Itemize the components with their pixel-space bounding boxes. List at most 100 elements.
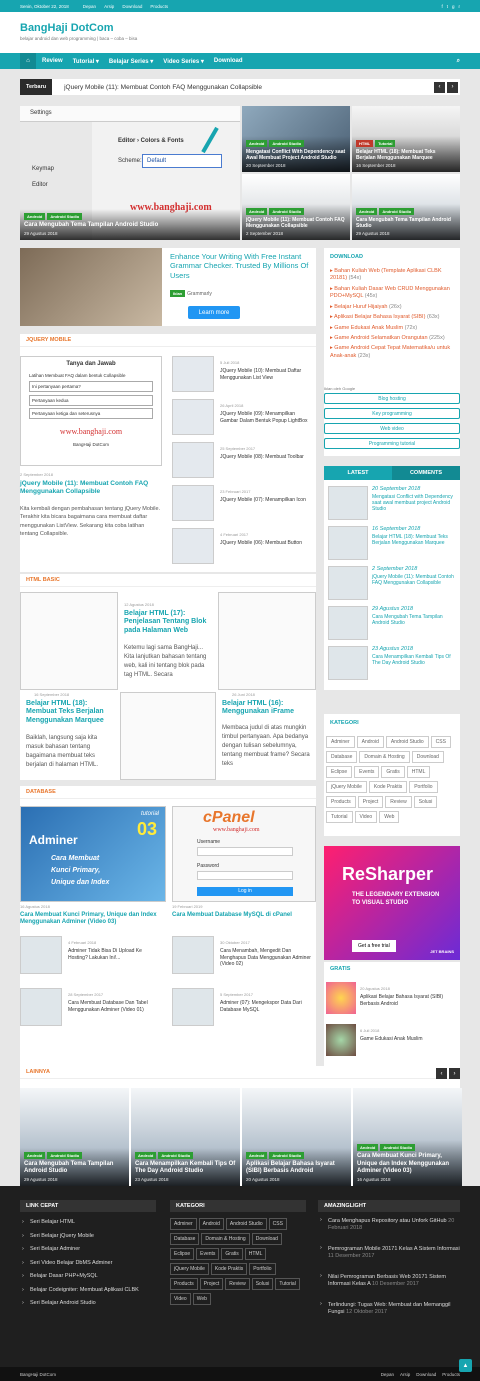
top-link-depan[interactable]: Depan	[83, 4, 96, 9]
post-title[interactable]: jQuery Mobile (11): Membuat Contoh FAQ M…	[372, 574, 458, 586]
nav-video-series[interactable]: Video Series ▾	[163, 58, 204, 65]
footer-category-chip[interactable]: Review	[225, 1278, 250, 1290]
category-chip[interactable]: Video	[354, 811, 378, 823]
featured-title[interactable]: jQuery Mobile (11): Membuat Contoh FAQ M…	[246, 217, 346, 229]
ticker-next-icon[interactable]: ›	[447, 81, 458, 93]
footer-link[interactable]: Seri Belajar jQuery Mobile	[30, 1233, 160, 1240]
post-title[interactable]: Belajar HTML (18): Membuat Teks Berjalan…	[26, 700, 116, 725]
post-title[interactable]: Aplikasi Belajar Bahasa Isyarat (SIBI) B…	[360, 994, 456, 1007]
home-icon[interactable]: ⌂	[20, 53, 36, 69]
nav-download[interactable]: Download	[214, 58, 243, 64]
latest-thumb[interactable]	[328, 566, 368, 600]
bottom-link-arsip[interactable]: Arsip	[400, 1372, 410, 1377]
download-title[interactable]: Aplikasi Belajar Bahasa Isyarat (SIBI)	[334, 314, 425, 320]
bottom-link-depan[interactable]: Depan	[381, 1372, 394, 1377]
latest-thumb[interactable]	[328, 486, 368, 520]
post-title[interactable]: Cara Menampilkan Kembali Tips Of The Day…	[372, 654, 458, 666]
footer-category-chip[interactable]: Domain & Hosting	[201, 1233, 250, 1245]
post-title[interactable]: Adminer Tidak Bisa Di Upload Ke Hosting?…	[68, 948, 160, 961]
tag[interactable]: Android Studio	[47, 1151, 83, 1159]
tag[interactable]: HTML	[356, 140, 374, 147]
footer-category-chip[interactable]: Kode Praktis	[210, 1263, 248, 1275]
footer-category-chip[interactable]: Download	[251, 1233, 282, 1245]
tag[interactable]: Android Studio	[379, 208, 415, 215]
category-chip[interactable]: Database	[326, 751, 358, 763]
tag[interactable]: Tutorial	[375, 140, 396, 147]
site-title[interactable]: BangHaji DotCom	[20, 22, 460, 34]
post-thumb[interactable]	[20, 988, 62, 1026]
download-title[interactable]: Belajar Huruf Hijaiyah	[334, 304, 387, 310]
html-img-1[interactable]	[20, 592, 118, 690]
jquery-main-image[interactable]: Tanya dan Jawab Latihan Membuat FAQ dala…	[20, 356, 162, 466]
bottom-link-download[interactable]: Download	[416, 1372, 436, 1377]
post-title[interactable]: jQuery Mobile (11): Membuat Contoh FAQ M…	[20, 480, 162, 496]
post-title[interactable]: Belajar HTML (16): Menggunakan iFrame	[222, 700, 312, 717]
category-chip[interactable]: Adminer	[326, 736, 355, 748]
category-chip[interactable]: HTML	[406, 766, 431, 778]
featured-br2[interactable]: Android Android Studio Cara Mengubah Tema…	[352, 174, 460, 240]
top-link-arsip[interactable]: Arsip	[104, 4, 114, 9]
category-chip[interactable]: Download	[411, 751, 444, 763]
footer-category-chip[interactable]: CSS	[268, 1218, 287, 1230]
latest-thumb[interactable]	[328, 526, 368, 560]
bottom-link-products[interactable]: Products	[442, 1372, 460, 1377]
carousel-prev-icon[interactable]: ‹	[436, 1068, 447, 1079]
footer-link[interactable]: Belajar Dasar PHP+MySQL	[30, 1273, 160, 1280]
post-title[interactable]: JQuery Mobile (10): Membuat Daftar Mengg…	[220, 368, 314, 381]
ad-learn-more-button[interactable]: Learn more	[188, 306, 240, 319]
post-thumb[interactable]	[172, 528, 214, 564]
nav-belajar-series[interactable]: Belajar Series ▾	[109, 58, 153, 65]
footer-category-chip[interactable]: Solusi	[251, 1278, 274, 1290]
download-title[interactable]: Bahan Kuliah Web (Template Aplikasi CLBK…	[330, 268, 442, 281]
featured-tr[interactable]: Android Android Studio Mengatasi Conflict…	[242, 106, 350, 172]
featured-title[interactable]: Cara Mengubah Tema Tampilan Android Stud…	[356, 217, 456, 229]
carousel-title[interactable]: Cara Menampilkan Kembali Tips Of The Day…	[135, 1161, 236, 1175]
ad2-cta[interactable]: Get a free trial	[352, 940, 396, 952]
twitter-icon[interactable]: t	[447, 4, 448, 9]
category-chip[interactable]: Android	[356, 736, 384, 748]
ticker-text[interactable]: jQuery Mobile (11): Membuat Contoh FAQ M…	[64, 84, 262, 91]
category-chip[interactable]: Solusi	[413, 796, 438, 808]
post-title[interactable]: Cara Mengubah Tema Tampilan Android Stud…	[372, 614, 458, 626]
tab-comments[interactable]: COMMENTS	[392, 466, 460, 480]
footer-link[interactable]: Seri Video Belajar DbMS Adminer	[30, 1260, 160, 1267]
download-item[interactable]: ▸ Belajar Huruf Hijaiyah (26x)	[330, 304, 454, 311]
ad-link-button[interactable]: Web video	[324, 423, 460, 434]
footer-article[interactable]: Cara Menghapus Repository atau Unfork Gi…	[328, 1218, 460, 1233]
tag[interactable]: Android	[246, 208, 268, 215]
post-title[interactable]: Mengatasi Conflict with Dependency saat …	[372, 494, 458, 512]
post-title[interactable]: Belajar HTML (18): Membuat Teks Berjalan…	[372, 534, 458, 546]
carousel-title[interactable]: Cara Membuat Kunci Primary, Unique dan I…	[357, 1153, 458, 1175]
gratis-thumb[interactable]	[326, 1024, 356, 1056]
post-title[interactable]: Cara Membuat Kunci Primary, Unique dan I…	[20, 912, 166, 926]
ad-headline[interactable]: Enhance Your Writing With Free Instant G…	[170, 252, 310, 280]
footer-category-chip[interactable]: Products	[170, 1278, 198, 1290]
nav-review[interactable]: Review	[42, 58, 63, 64]
footer-article[interactable]: Pemrograman Mobile 20171 Kelas A Sistem …	[328, 1246, 460, 1261]
top-link-download[interactable]: Download	[122, 4, 142, 9]
facebook-icon[interactable]: f	[441, 4, 442, 9]
tag[interactable]: Android Studio	[269, 208, 305, 215]
download-title[interactable]: Game Android Selamatkan Orangutan	[334, 335, 427, 341]
tab-latest[interactable]: LATEST	[324, 466, 392, 480]
footer-category-chip[interactable]: Adminer	[170, 1218, 197, 1230]
footer-category-chip[interactable]: Project	[199, 1278, 224, 1290]
download-title[interactable]: Game Android Cepat Tepat Matematika/u un…	[330, 345, 450, 358]
featured-title[interactable]: Mengatasi Conflict With Dependency saat …	[246, 149, 346, 161]
footer-link[interactable]: Seri Belajar HTML	[30, 1219, 160, 1226]
category-chip[interactable]: Products	[326, 796, 356, 808]
post-thumb[interactable]	[172, 485, 214, 521]
carousel-title[interactable]: Cara Mengubah Tema Tampilan Android Stud…	[24, 1161, 125, 1175]
post-thumb[interactable]	[20, 936, 62, 974]
carousel-next-icon[interactable]: ›	[449, 1068, 460, 1079]
ad-link-button[interactable]: Blog hosting	[324, 393, 460, 404]
footer-category-chip[interactable]: jQuery Mobile	[170, 1263, 209, 1275]
featured-tr2[interactable]: HTML Tutorial Belajar HTML (18): Membuat …	[352, 106, 460, 172]
html-img-2[interactable]	[218, 592, 316, 690]
cpanel-image[interactable]: cPanel www.banghaji.com Username Passwor…	[172, 806, 316, 902]
footer-category-chip[interactable]: Video	[170, 1293, 191, 1305]
carousel-item[interactable]: Android Android Studio Cara Mengubah Tema …	[20, 1088, 129, 1186]
html-img-3[interactable]	[120, 692, 216, 780]
featured-br1[interactable]: Android Android Studio jQuery Mobile (11)…	[242, 174, 350, 240]
tag[interactable]: Android Studio	[158, 1151, 194, 1159]
